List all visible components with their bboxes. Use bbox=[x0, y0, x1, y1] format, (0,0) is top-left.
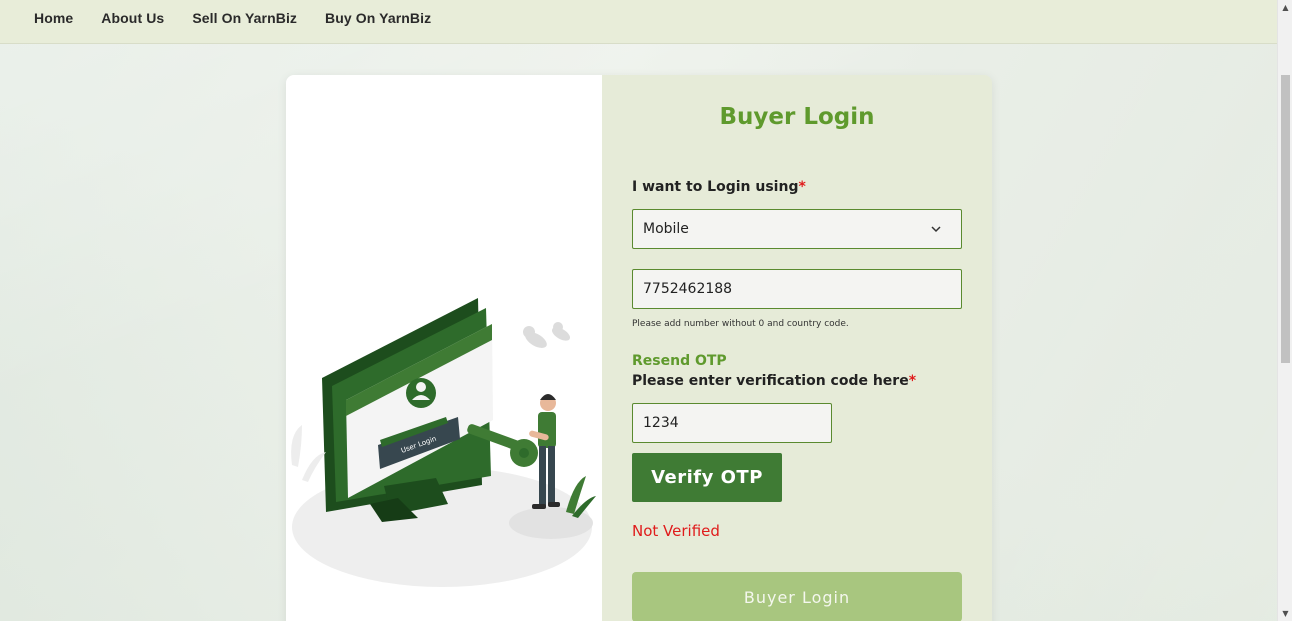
required-asterisk: * bbox=[908, 373, 917, 389]
mobile-number-input[interactable] bbox=[632, 269, 962, 309]
nav-home-link[interactable]: Home bbox=[34, 10, 73, 26]
form-title: Buyer Login bbox=[719, 104, 875, 130]
buyer-login-button[interactable]: Buyer Login bbox=[632, 572, 962, 621]
scroll-down-arrow-icon[interactable]: ▼ bbox=[1278, 606, 1292, 621]
otp-input[interactable] bbox=[632, 403, 832, 443]
login-key-illustration: User Login bbox=[291, 298, 596, 587]
login-method-label-text: I want to Login using bbox=[632, 179, 799, 195]
nav-sell-on-yarnbiz-link[interactable]: Sell On YarnBiz bbox=[192, 10, 297, 26]
verify-otp-button[interactable]: Verify OTP bbox=[632, 453, 782, 502]
login-method-value: Mobile bbox=[643, 221, 689, 237]
nav-buy-on-yarnbiz-link[interactable]: Buy On YarnBiz bbox=[325, 10, 431, 26]
login-form-panel: Buyer Login I want to Login using* Mobil… bbox=[602, 75, 992, 621]
scroll-up-arrow-icon[interactable]: ▲ bbox=[1278, 0, 1292, 15]
required-asterisk: * bbox=[798, 179, 806, 195]
login-method-label: I want to Login using* bbox=[632, 179, 806, 195]
login-method-select[interactable]: Mobile bbox=[632, 209, 962, 249]
mobile-hint-text: Please add number without 0 and country … bbox=[632, 319, 849, 329]
illustration-panel: User Login bbox=[286, 75, 602, 621]
resend-otp-link[interactable]: Resend OTP bbox=[632, 353, 727, 369]
verification-status: Not Verified bbox=[632, 522, 720, 540]
verification-label-text: Please enter verification code here bbox=[632, 373, 909, 389]
verification-code-label: Please enter verification code here* bbox=[632, 373, 916, 389]
nav-about-us-link[interactable]: About Us bbox=[101, 10, 164, 26]
scrollbar-thumb[interactable] bbox=[1281, 75, 1290, 363]
login-card: User Login Buyer Login I want to Login u… bbox=[286, 75, 992, 621]
top-navigation: Home About Us Sell On YarnBiz Buy On Yar… bbox=[0, 0, 1277, 44]
chevron-down-icon bbox=[931, 226, 941, 233]
vertical-scrollbar[interactable]: ▲ ▼ bbox=[1277, 0, 1292, 621]
